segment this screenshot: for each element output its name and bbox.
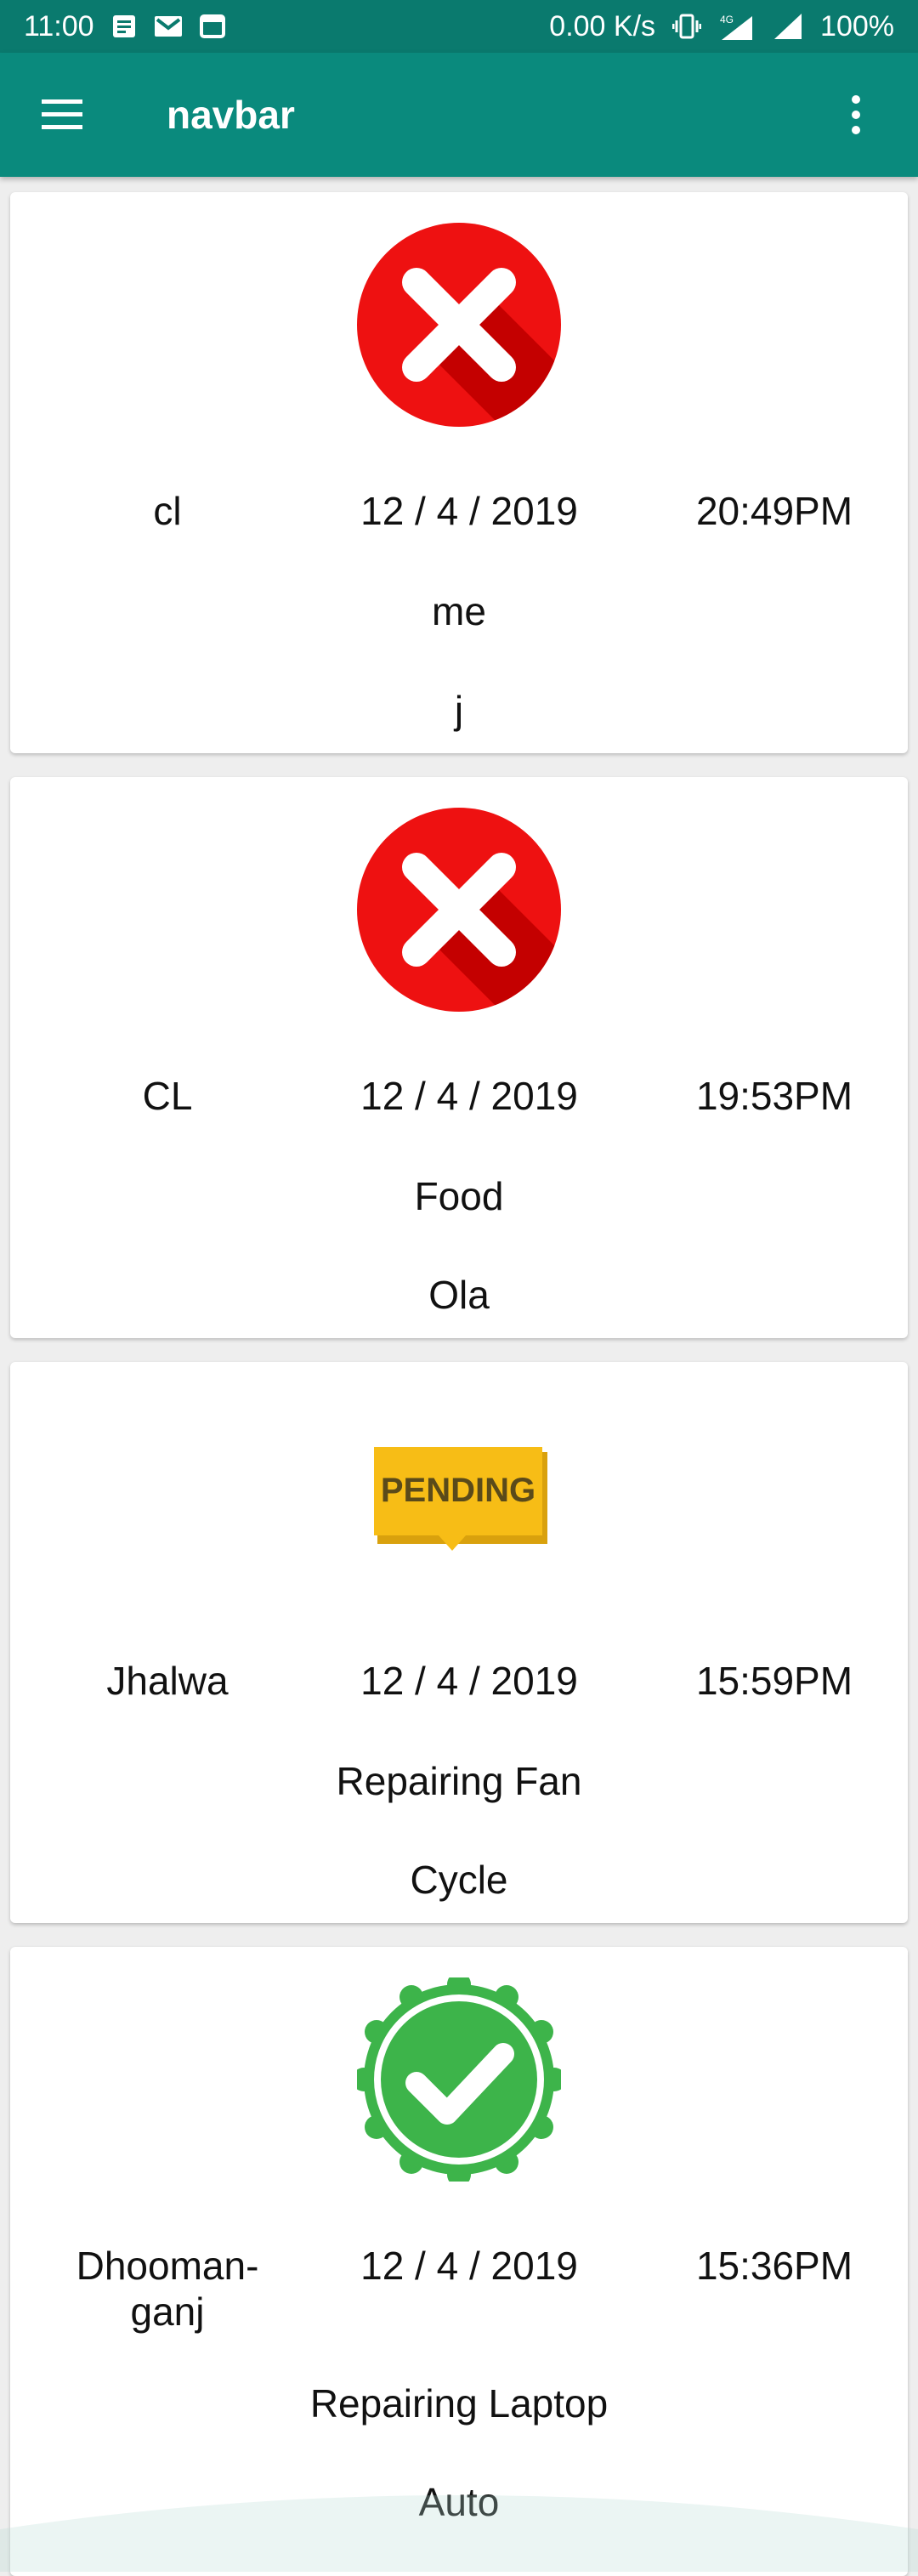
hamburger-icon[interactable] <box>24 77 100 153</box>
request-list: cl 12 / 4 / 2019 20:49PM me j CL 12 / 4 … <box>0 177 918 2576</box>
page-title: navbar <box>167 92 818 138</box>
more-vert-icon[interactable] <box>818 77 894 153</box>
request-card[interactable]: Dhooman- ganj 12 / 4 / 2019 15:36PM Repa… <box>10 1947 908 2576</box>
battery-level: 100% <box>820 10 894 43</box>
service-detail: Cycle <box>10 1857 908 1903</box>
service-detail: Auto <box>10 2479 908 2525</box>
gmail-icon <box>154 14 183 38</box>
status-bar: 11:00 0.00 K/s 4G 100% <box>0 0 918 53</box>
request-date: 12 / 4 / 2019 <box>299 1658 639 1704</box>
service-name: Repairing Fan <box>10 1758 908 1804</box>
vibrate-icon <box>672 13 701 40</box>
signal-4g-icon: 4G <box>718 11 756 42</box>
app-bar: navbar <box>0 53 918 177</box>
request-time: 20:49PM <box>643 488 906 534</box>
request-time: 19:53PM <box>643 1073 906 1119</box>
customer-name: cl <box>44 488 291 534</box>
request-time: 15:59PM <box>643 1658 906 1704</box>
request-card[interactable]: PENDING Jhalwa 12 / 4 / 2019 15:59PM Rep… <box>10 1362 908 1923</box>
cross-icon <box>357 223 561 427</box>
network-speed: 0.00 K/s <box>549 10 655 43</box>
service-name: Repairing Laptop <box>10 2380 908 2426</box>
customer-name: Dhooman- ganj <box>44 2243 291 2335</box>
svg-text:4G: 4G <box>720 14 734 26</box>
pending-badge-icon: PENDING <box>357 1393 561 1597</box>
request-date: 12 / 4 / 2019 <box>299 2243 639 2289</box>
status-time: 11:00 <box>24 10 94 43</box>
request-time: 15:36PM <box>643 2243 906 2289</box>
cross-icon <box>357 808 561 1012</box>
service-detail: Ola <box>10 1272 908 1318</box>
request-card[interactable]: CL 12 / 4 / 2019 19:53PM Food Ola <box>10 777 908 1338</box>
svg-text:PENDING: PENDING <box>381 1472 536 1509</box>
service-name: Food <box>10 1173 908 1219</box>
request-date: 12 / 4 / 2019 <box>299 1073 639 1119</box>
service-name: me <box>10 588 908 634</box>
check-badge-icon <box>357 1977 561 2182</box>
signal-icon <box>773 12 803 41</box>
request-card[interactable]: cl 12 / 4 / 2019 20:49PM me j <box>10 192 908 753</box>
window-icon <box>200 14 225 38</box>
request-date: 12 / 4 / 2019 <box>299 488 639 534</box>
customer-name: Jhalwa <box>44 1658 291 1704</box>
notes-icon <box>111 14 137 39</box>
service-detail: j <box>10 687 908 733</box>
customer-name: CL <box>44 1073 291 1119</box>
